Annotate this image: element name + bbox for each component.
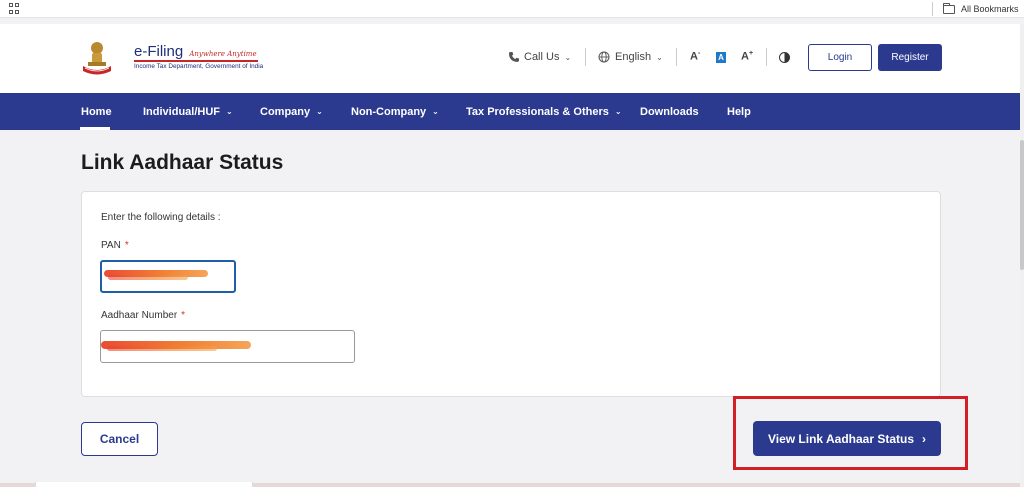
aadhaar-label-text: Aadhaar Number: [101, 310, 178, 321]
nav-item-label: Downloads: [640, 105, 699, 118]
brand-underline: [134, 60, 258, 62]
nav-item-non-company[interactable]: Non-Company ⌄: [351, 93, 439, 130]
apps-grid-icon[interactable]: [9, 3, 20, 14]
national-emblem-icon: [83, 42, 111, 75]
contrast-toggle-icon[interactable]: [779, 52, 790, 63]
redaction-scribble: [107, 346, 217, 351]
nav-item-label: Individual/HUF: [143, 105, 220, 118]
page-title: Link Aadhaar Status: [81, 151, 284, 174]
link-aadhaar-form: Enter the following details : PAN * Aadha…: [81, 191, 941, 397]
nav-item-tax-professionals[interactable]: Tax Professionals & Others ⌄: [466, 93, 622, 130]
font-decrease-label: A: [690, 50, 698, 63]
call-us-label: Call Us: [524, 51, 560, 63]
language-dropdown[interactable]: English ⌄: [598, 49, 663, 65]
efiling-logo[interactable]: e-Filing Anywhere Anytime Income Tax Dep…: [80, 38, 270, 78]
redaction-scribble: [108, 275, 188, 280]
pan-label-text: PAN: [101, 240, 121, 251]
nav-item-label: Non-Company: [351, 105, 427, 118]
footer-strip: [35, 482, 253, 487]
cancel-button[interactable]: Cancel: [81, 422, 158, 456]
department-name: Income Tax Department, Government of Ind…: [134, 63, 264, 70]
header-divider: [676, 48, 677, 66]
call-us-dropdown[interactable]: Call Us ⌄: [508, 49, 571, 65]
font-decrease-button[interactable]: A-: [690, 50, 700, 63]
chevron-down-icon: ⌄: [226, 107, 233, 116]
folder-icon: [943, 2, 955, 14]
all-bookmarks-label: All Bookmarks: [961, 4, 1019, 14]
font-default-button[interactable]: A: [716, 52, 726, 63]
globe-icon: [598, 51, 610, 63]
nav-item-label: Help: [727, 105, 751, 118]
chevron-right-icon: ›: [922, 431, 927, 446]
nav-item-label: Company: [260, 105, 311, 118]
required-mark: *: [181, 310, 186, 321]
chevron-down-icon: ⌄: [614, 107, 622, 116]
scrollbar-thumb[interactable]: [1020, 140, 1024, 270]
font-increase-button[interactable]: A+: [741, 50, 753, 63]
required-mark: *: [124, 240, 129, 251]
nav-item-downloads[interactable]: Downloads: [640, 93, 699, 130]
pan-label: PAN *: [101, 240, 129, 251]
nav-item-label: Home: [81, 105, 112, 118]
register-button[interactable]: Register: [878, 44, 942, 71]
bookmarks-divider: [932, 2, 933, 16]
brand-name: e-Filing: [134, 43, 184, 60]
nav-item-individual-huf[interactable]: Individual/HUF ⌄: [143, 93, 233, 130]
nav-item-home[interactable]: Home: [81, 93, 112, 130]
nav-item-label: Tax Professionals & Others: [466, 105, 609, 118]
main-nav: Home Individual/HUF ⌄ Company ⌄ Non-Comp…: [0, 93, 1024, 130]
nav-item-help[interactable]: Help: [727, 93, 751, 130]
font-increase-label: A: [741, 50, 749, 63]
aadhaar-number-input[interactable]: [100, 330, 355, 363]
nav-item-company[interactable]: Company ⌄: [260, 93, 323, 130]
form-instructions: Enter the following details :: [101, 212, 221, 223]
view-status-label: View Link Aadhaar Status: [767, 431, 915, 446]
brand-title: e-Filing Anywhere Anytime: [134, 43, 257, 60]
phone-icon: [509, 52, 519, 62]
chevron-down-icon: ⌄: [564, 52, 572, 62]
active-nav-indicator: [80, 127, 110, 130]
aadhaar-label: Aadhaar Number *: [101, 310, 185, 321]
bookmarks-bar: All Bookmarks: [0, 0, 1024, 18]
brand-tagline: Anywhere Anytime: [189, 50, 257, 58]
login-button[interactable]: Login: [808, 44, 872, 71]
all-bookmarks-button[interactable]: All Bookmarks: [943, 2, 1019, 16]
chevron-down-icon: ⌄: [432, 107, 439, 116]
view-link-aadhaar-status-button[interactable]: View Link Aadhaar Status ›: [753, 421, 941, 456]
pan-input[interactable]: [100, 260, 236, 293]
language-label: English: [615, 51, 652, 63]
chevron-down-icon: ⌄: [656, 52, 663, 62]
site-header: e-Filing Anywhere Anytime Income Tax Dep…: [0, 24, 1024, 93]
header-divider: [585, 48, 586, 66]
chevron-down-icon: ⌄: [316, 107, 323, 116]
header-divider: [766, 48, 767, 66]
